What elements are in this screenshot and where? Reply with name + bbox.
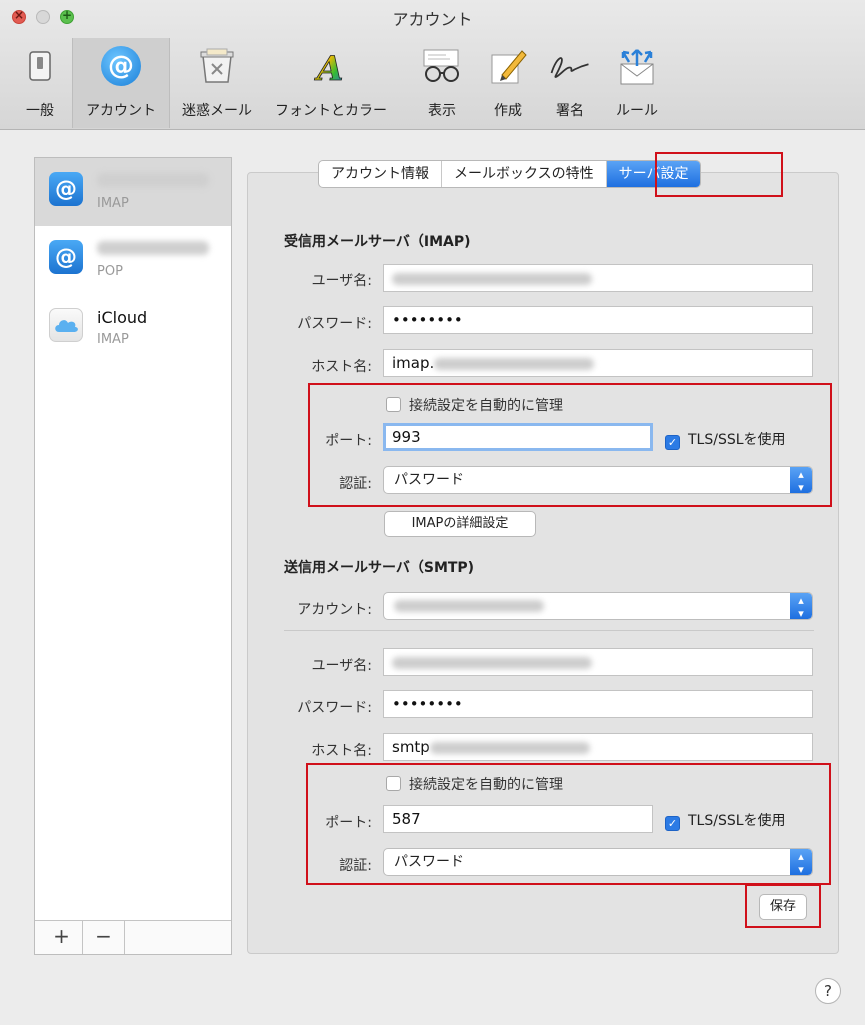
account-type: IMAP [97, 196, 129, 211]
host-prefix: imap. [392, 354, 435, 372]
toolbar-fonts-colors[interactable]: A フォントとカラー [266, 38, 396, 128]
title-bar: × + アカウント 一般 @ アカウント 迷惑メール A フォントとカラー 表示… [0, 0, 865, 130]
account-name-redacted [97, 173, 209, 187]
account-item-imap[interactable]: @ IMAP [35, 158, 231, 226]
account-type: IMAP [97, 332, 129, 347]
toolbar-compose[interactable]: 作成 [478, 38, 538, 128]
chevron-updown-icon: ▴ ▾ [790, 593, 812, 619]
outgoing-password-label: パスワード: [297, 700, 372, 716]
redacted-value [394, 600, 544, 612]
toolbar-compose-label: 作成 [494, 103, 522, 119]
incoming-host-field[interactable]: imap. [383, 349, 813, 377]
tab-bar: アカウント情報 メールボックスの特性 サーバ設定 [318, 160, 702, 188]
outgoing-section-title: 送信用メールサーバ（SMTP) [284, 560, 475, 576]
toolbar-general[interactable]: 一般 [18, 38, 62, 128]
at-icon: @ [49, 172, 83, 206]
toolbar-accounts[interactable]: @ アカウント [72, 38, 170, 128]
incoming-section-title: 受信用メールサーバ（IMAP) [284, 234, 471, 250]
outgoing-username-label: ユーザ名: [311, 658, 372, 674]
font-a-icon: A [309, 44, 353, 88]
toolbar-fonts-colors-label: フォントとカラー [275, 103, 387, 119]
imap-advanced-button[interactable]: IMAPの詳細設定 [384, 511, 536, 537]
outgoing-username-field[interactable] [383, 648, 813, 676]
window-title: アカウント [392, 10, 473, 29]
highlight-box [306, 763, 831, 885]
incoming-host-label: ホスト名: [311, 359, 372, 375]
account-name-redacted [97, 241, 209, 255]
junk-trash-icon [195, 44, 239, 88]
redacted-value [434, 357, 595, 370]
toolbar-accounts-label: アカウント [86, 103, 156, 119]
outgoing-host-field[interactable]: smtp [383, 733, 813, 761]
account-type: POP [97, 264, 123, 279]
incoming-username-field[interactable] [383, 264, 813, 292]
toolbar-signature[interactable]: 署名 [540, 38, 600, 128]
incoming-password-label: パスワード: [297, 316, 372, 332]
icloud-icon [49, 308, 83, 342]
redacted-value [429, 741, 590, 754]
incoming-password-field[interactable]: •••••••• [383, 306, 813, 334]
signature-icon [548, 44, 592, 88]
highlight-box [745, 884, 821, 928]
divider [284, 630, 814, 631]
tab-mailbox-behaviors[interactable]: メールボックスの特性 [442, 161, 607, 187]
help-button[interactable]: ? [815, 978, 841, 1004]
add-account-button[interactable]: + [41, 921, 83, 954]
highlight-box [655, 152, 783, 197]
switch-icon [18, 44, 62, 88]
tab-account-info[interactable]: アカウント情報 [319, 161, 442, 187]
highlight-box [308, 383, 832, 507]
pencil-icon [486, 44, 530, 88]
glasses-icon [420, 44, 464, 88]
toolbar-rules[interactable]: ルール [604, 38, 670, 128]
toolbar-general-label: 一般 [26, 103, 54, 119]
outgoing-host-label: ホスト名: [311, 743, 372, 759]
toolbar-view-label: 表示 [428, 103, 456, 119]
svg-text:A: A [314, 49, 343, 85]
outgoing-password-field[interactable]: •••••••• [383, 690, 813, 718]
redacted-value [392, 272, 592, 285]
account-list-footer: + − [35, 920, 231, 954]
redacted-value [392, 656, 592, 669]
outgoing-account-select[interactable]: ▴ ▾ [383, 592, 813, 620]
at-icon: @ [49, 240, 83, 274]
account-name: iCloud [97, 308, 148, 327]
toolbar-junk[interactable]: 迷惑メール [172, 38, 262, 128]
rules-envelope-icon [615, 44, 659, 88]
at-icon: @ [99, 44, 143, 88]
toolbar-junk-label: 迷惑メール [182, 103, 252, 119]
host-prefix: smtp [392, 738, 430, 756]
toolbar-view[interactable]: 表示 [412, 38, 472, 128]
toolbar-signature-label: 署名 [556, 103, 584, 119]
remove-account-button[interactable]: − [83, 921, 125, 954]
outgoing-account-label: アカウント: [297, 602, 372, 618]
toolbar-rules-label: ルール [616, 103, 658, 119]
incoming-username-label: ユーザ名: [311, 273, 372, 289]
